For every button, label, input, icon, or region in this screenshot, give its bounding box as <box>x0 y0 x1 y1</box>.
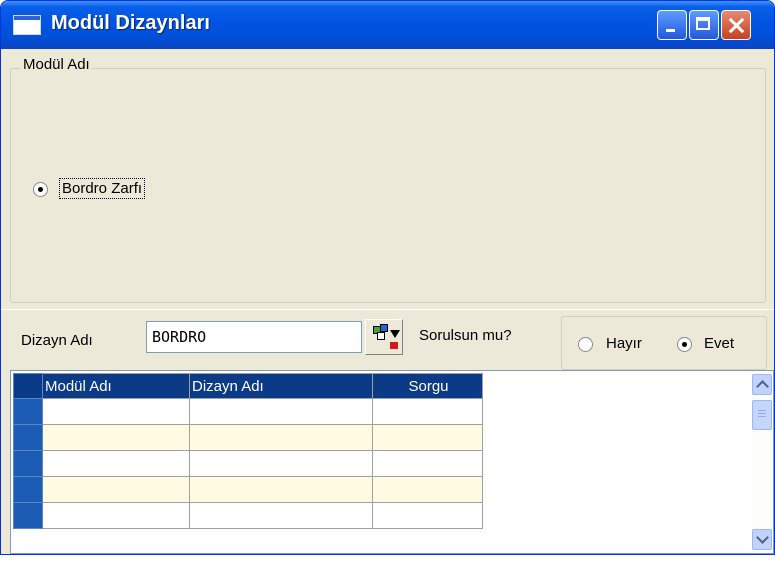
scroll-down-button[interactable] <box>752 529 772 550</box>
row-indicator[interactable] <box>13 398 43 425</box>
cell-sorgu[interactable] <box>372 476 483 503</box>
evet-radio[interactable] <box>677 337 692 352</box>
title-bar[interactable]: Modül Dizaynları <box>1 1 774 49</box>
row-indicator-header[interactable] <box>13 373 43 399</box>
column-header-dizayn-adi[interactable]: Dizayn Adı <box>189 373 373 399</box>
select-list-icon-part <box>377 332 385 340</box>
arrow-down-icon <box>390 330 400 338</box>
cell-sorgu[interactable] <box>372 398 483 425</box>
cell-modul-adi[interactable] <box>42 424 190 451</box>
cell-dizayn-adi[interactable] <box>189 476 373 503</box>
cell-dizayn-adi[interactable] <box>189 502 373 529</box>
table-row[interactable] <box>13 450 483 477</box>
scroll-up-button[interactable] <box>752 374 772 395</box>
select-list-icon-part <box>380 324 388 332</box>
cell-modul-adi[interactable] <box>42 476 190 503</box>
select-list-icon-part <box>390 342 398 349</box>
table-row[interactable] <box>13 502 483 529</box>
hayir-label[interactable]: Hayır <box>606 335 642 352</box>
scroll-thumb[interactable] <box>752 400 772 430</box>
maximize-button[interactable] <box>689 10 719 40</box>
row-indicator[interactable] <box>13 450 43 477</box>
dizayn-adi-label: Dizayn Adı <box>21 332 93 349</box>
cell-dizayn-adi[interactable] <box>189 450 373 477</box>
table-header-row: Modül Adı Dizayn Adı Sorgu <box>13 373 483 399</box>
vertical-scrollbar[interactable] <box>752 372 772 552</box>
column-header-modul-adi[interactable]: Modül Adı <box>42 373 190 399</box>
row-indicator[interactable] <box>13 424 43 451</box>
bordro-zarfi-radio[interactable] <box>33 182 48 197</box>
minimize-button[interactable] <box>657 10 687 40</box>
dizayn-adi-input[interactable]: BORDRO <box>146 321 362 353</box>
module-group-legend: Modül Adı <box>21 56 92 73</box>
chevron-up-icon <box>756 380 769 393</box>
table-row[interactable] <box>13 476 483 503</box>
bordro-zarfi-label[interactable]: Bordro Zarfı <box>59 178 146 199</box>
cell-modul-adi[interactable] <box>42 450 190 477</box>
cell-dizayn-adi[interactable] <box>189 424 373 451</box>
evet-label[interactable]: Evet <box>704 335 734 352</box>
cell-sorgu[interactable] <box>372 502 483 529</box>
row-indicator[interactable] <box>13 476 43 503</box>
cell-modul-adi[interactable] <box>42 398 190 425</box>
cell-sorgu[interactable] <box>372 424 483 451</box>
modul-dizaynlari-window: Modül Dizaynları Modül Adı Bordro Zarfı … <box>0 0 775 555</box>
hayir-radio[interactable] <box>578 337 593 352</box>
table-row[interactable] <box>13 424 483 451</box>
select-design-button[interactable] <box>365 319 403 355</box>
cell-sorgu[interactable] <box>372 450 483 477</box>
sorulsun-mu-label: Sorulsun mu? <box>419 327 512 344</box>
design-table: Modül Adı Dizayn Adı Sorgu <box>13 373 483 529</box>
column-header-sorgu[interactable]: Sorgu <box>372 373 483 399</box>
window-icon <box>13 15 41 35</box>
row-indicator[interactable] <box>13 502 43 529</box>
window-title: Modül Dizaynları <box>51 12 210 34</box>
design-grid[interactable]: Modül Adı Dizayn Adı Sorgu <box>10 370 774 554</box>
close-button[interactable] <box>721 10 751 40</box>
cell-modul-adi[interactable] <box>42 502 190 529</box>
cell-dizayn-adi[interactable] <box>189 398 373 425</box>
divider <box>1 309 774 310</box>
chevron-down-icon <box>756 531 769 544</box>
table-row[interactable] <box>13 398 483 425</box>
